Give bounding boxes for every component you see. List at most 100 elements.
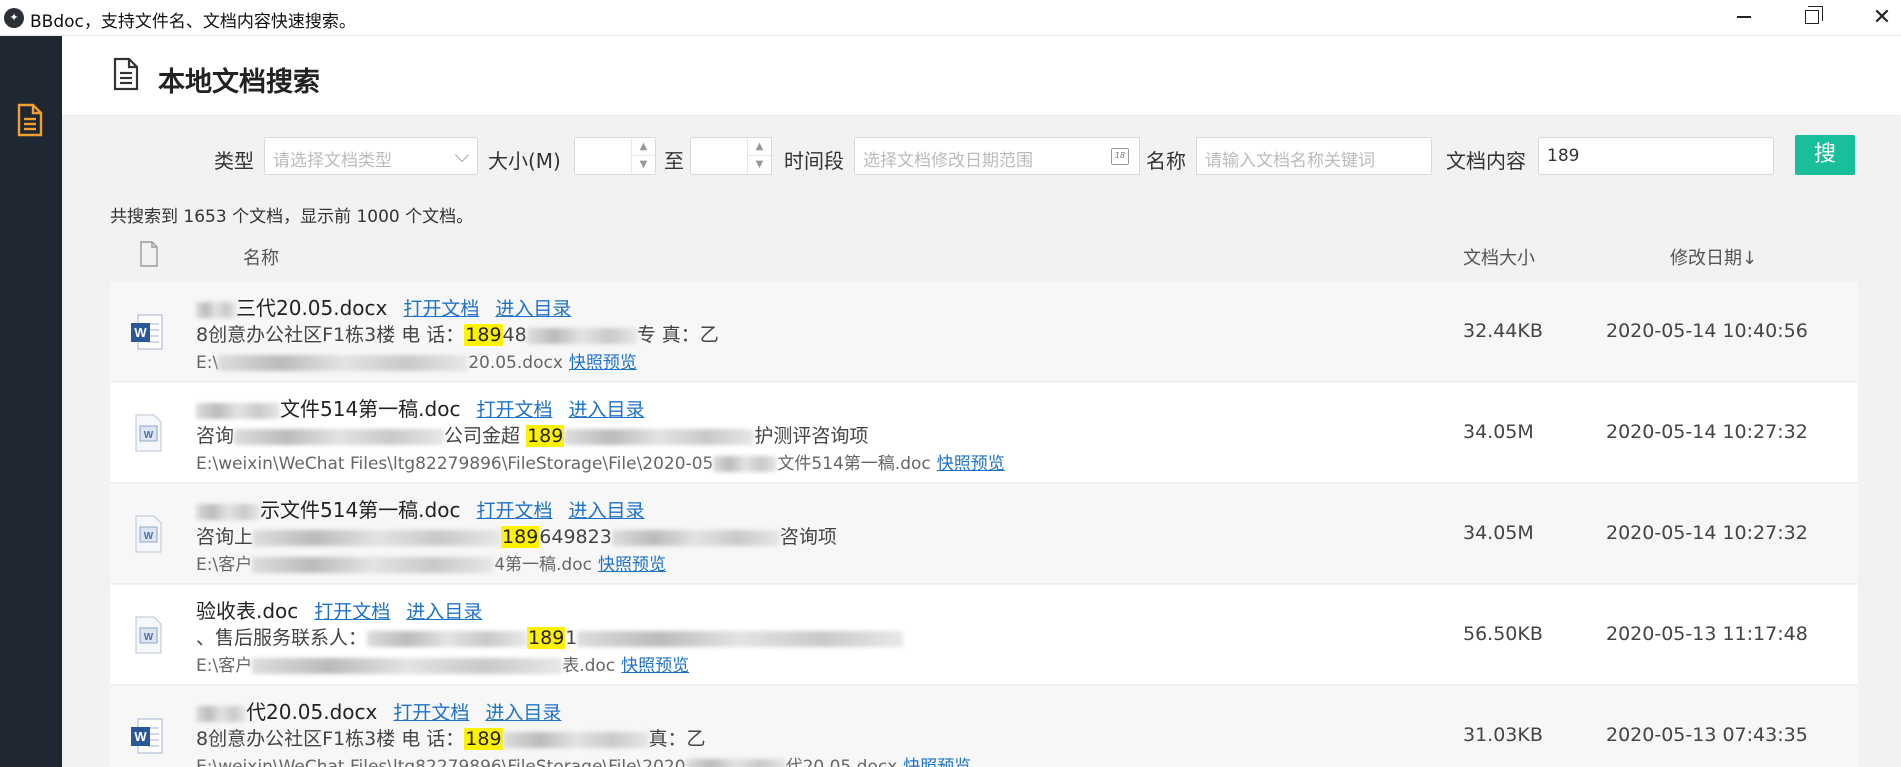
redacted-text bbox=[564, 428, 755, 445]
size-min-spinner[interactable]: ▲ ▼ bbox=[631, 138, 655, 174]
svg-text:W: W bbox=[134, 729, 147, 744]
word-doc-icon: W bbox=[135, 414, 162, 452]
spin-down-icon[interactable]: ▼ bbox=[632, 156, 655, 174]
path-text: E:\ bbox=[196, 353, 219, 373]
date-range-picker[interactable]: 选择文档修改日期范围 18 bbox=[854, 137, 1140, 175]
name-input[interactable]: 请输入文档名称关键词 bbox=[1196, 137, 1432, 175]
word-docx-icon: W bbox=[131, 718, 163, 754]
table-row[interactable]: W 三代20.05.docx 打开文档 进入目录 8创意办公社区F1栋3楼 电 话：… bbox=[110, 282, 1858, 382]
snapshot-preview-link[interactable]: 快照预览 bbox=[903, 757, 971, 767]
result-summary: 共搜索到 1653 个文档，显示前 1000 个文档。 bbox=[110, 207, 474, 227]
minimize-icon bbox=[1737, 16, 1751, 18]
window-title: BBdoc，支持文件名、文档内容快速搜索。 bbox=[30, 12, 356, 32]
svg-text:W: W bbox=[134, 325, 147, 340]
column-header-size[interactable]: 文档大小 bbox=[1463, 244, 1535, 270]
search-highlight: 189 bbox=[526, 425, 565, 447]
type-select[interactable]: 请选择文档类型 bbox=[264, 137, 478, 175]
open-document-link[interactable]: 打开文档 bbox=[393, 702, 469, 724]
sidebar bbox=[0, 36, 62, 767]
content-search-input[interactable]: 189 bbox=[1538, 137, 1774, 175]
result-snippet: 8创意办公社区F1栋3楼 电 话：18948 专 真：乙 bbox=[196, 320, 719, 347]
path-text: E:\weixin\WeChat Files\ltg82279896\FileS… bbox=[196, 454, 714, 474]
svg-text:W: W bbox=[144, 632, 154, 643]
search-highlight: 189 bbox=[501, 526, 540, 548]
size-min-stepper[interactable]: ▲ ▼ bbox=[574, 137, 656, 175]
result-title: 文件514第一稿.doc 打开文档 进入目录 bbox=[196, 393, 645, 422]
size-max-stepper[interactable]: ▲ ▼ bbox=[690, 137, 772, 175]
result-date: 2020-05-14 10:40:56 bbox=[1606, 320, 1808, 342]
maximize-button[interactable] bbox=[1782, 0, 1842, 34]
enter-directory-link[interactable]: 进入目录 bbox=[568, 399, 644, 421]
chevron-down-icon bbox=[454, 147, 470, 163]
enter-directory-link[interactable]: 进入目录 bbox=[495, 298, 571, 320]
result-filename: 代20.05.docx bbox=[246, 700, 378, 724]
content-label: 文档内容 bbox=[1446, 149, 1526, 173]
snapshot-preview-link[interactable]: 快照预览 bbox=[937, 454, 1005, 474]
snapshot-preview-link[interactable]: 快照预览 bbox=[569, 353, 637, 373]
redacted-text bbox=[196, 301, 236, 318]
sidebar-item-document-search[interactable] bbox=[14, 102, 46, 138]
file-icon bbox=[140, 241, 158, 267]
snapshot-preview-link[interactable]: 快照预览 bbox=[598, 555, 666, 575]
close-button[interactable]: ✕ bbox=[1852, 0, 1901, 34]
column-header-name[interactable]: 名称 bbox=[243, 244, 279, 270]
path-text: 代20.05.docx bbox=[785, 757, 898, 767]
open-document-link[interactable]: 打开文档 bbox=[403, 298, 479, 320]
close-icon: ✕ bbox=[1872, 4, 1892, 30]
table-row[interactable]: W 示文件514第一稿.doc 打开文档 进入目录 咨询上 189649823 咨询项 … bbox=[110, 484, 1858, 584]
spin-down-icon[interactable]: ▼ bbox=[748, 156, 771, 174]
redacted-text bbox=[253, 529, 502, 546]
spin-up-icon[interactable]: ▲ bbox=[748, 138, 771, 156]
time-label: 时间段 bbox=[784, 149, 844, 173]
result-filename: 文件514第一稿.doc bbox=[280, 397, 461, 421]
result-size: 34.05M bbox=[1463, 522, 1534, 544]
path-text: 20.05.docx bbox=[468, 353, 563, 373]
word-doc-icon: W bbox=[135, 616, 162, 654]
snippet-text: 8创意办公社区F1栋3楼 电 话： bbox=[196, 324, 465, 346]
enter-directory-link[interactable]: 进入目录 bbox=[406, 601, 482, 623]
result-path: E:\weixin\WeChat Files\ltg82279896\FileS… bbox=[196, 449, 1005, 474]
snippet-text: 48 bbox=[502, 324, 527, 346]
enter-directory-link[interactable]: 进入目录 bbox=[568, 500, 644, 522]
result-size: 56.50KB bbox=[1463, 623, 1543, 645]
word-doc-icon: W bbox=[135, 515, 162, 553]
size-max-spinner[interactable]: ▲ ▼ bbox=[747, 138, 771, 174]
open-document-link[interactable]: 打开文档 bbox=[476, 500, 552, 522]
document-icon bbox=[17, 103, 43, 137]
search-button[interactable]: 搜 bbox=[1795, 135, 1855, 175]
minimize-button[interactable] bbox=[1714, 0, 1774, 34]
open-document-link[interactable]: 打开文档 bbox=[314, 601, 390, 623]
open-document-link[interactable]: 打开文档 bbox=[476, 399, 552, 421]
enter-directory-link[interactable]: 进入目录 bbox=[485, 702, 561, 724]
table-row[interactable]: W 验收表.doc 打开文档 进入目录 、售后服务联系人： 1891 E:\客户 表.d… bbox=[110, 585, 1858, 685]
result-path: E:\客户 4第一稿.doc 快照预览 bbox=[196, 550, 666, 575]
table-header: 名称 文档大小 修改日期↓ bbox=[110, 237, 1858, 277]
path-text: 4第一稿.doc bbox=[494, 555, 592, 575]
redacted-text bbox=[196, 705, 246, 722]
result-size: 32.44KB bbox=[1463, 320, 1543, 342]
app-logo-icon: ✦ bbox=[4, 8, 24, 28]
column-header-date[interactable]: 修改日期↓ bbox=[1670, 244, 1757, 270]
redacted-text bbox=[577, 630, 904, 647]
result-title: 验收表.doc 打开文档 进入目录 bbox=[196, 595, 482, 624]
result-snippet: 咨询 公司金超 189 护测评咨询项 bbox=[196, 421, 868, 448]
spin-up-icon[interactable]: ▲ bbox=[632, 138, 655, 156]
type-label: 类型 bbox=[214, 149, 254, 173]
table-row[interactable]: W 文件514第一稿.doc 打开文档 进入目录 咨询 公司金超 189 护测评咨询项 … bbox=[110, 383, 1858, 483]
search-highlight: 189 bbox=[464, 324, 503, 346]
snippet-text: 咨询上 bbox=[196, 526, 254, 548]
redacted-text bbox=[526, 327, 637, 344]
name-input-placeholder: 请输入文档名称关键词 bbox=[1205, 151, 1375, 171]
result-title: 三代20.05.docx 打开文档 进入目录 bbox=[196, 292, 571, 321]
size-to-label: 至 bbox=[664, 149, 684, 173]
table-row[interactable]: W 代20.05.docx 打开文档 进入目录 8创意办公社区F1栋3楼 电 话：1… bbox=[110, 686, 1858, 767]
redacted-text bbox=[685, 759, 786, 767]
snapshot-preview-link[interactable]: 快照预览 bbox=[621, 656, 689, 676]
path-text: E:\weixin\WeChat Files\ltg82279896\FileS… bbox=[196, 757, 686, 767]
redacted-text bbox=[196, 503, 260, 520]
content-search-value: 189 bbox=[1547, 146, 1580, 166]
result-path: E:\ 20.05.docx 快照预览 bbox=[196, 348, 637, 373]
result-snippet: 、售后服务联系人： 1891 bbox=[196, 623, 904, 650]
result-size: 34.05M bbox=[1463, 421, 1534, 443]
document-icon bbox=[113, 57, 139, 91]
